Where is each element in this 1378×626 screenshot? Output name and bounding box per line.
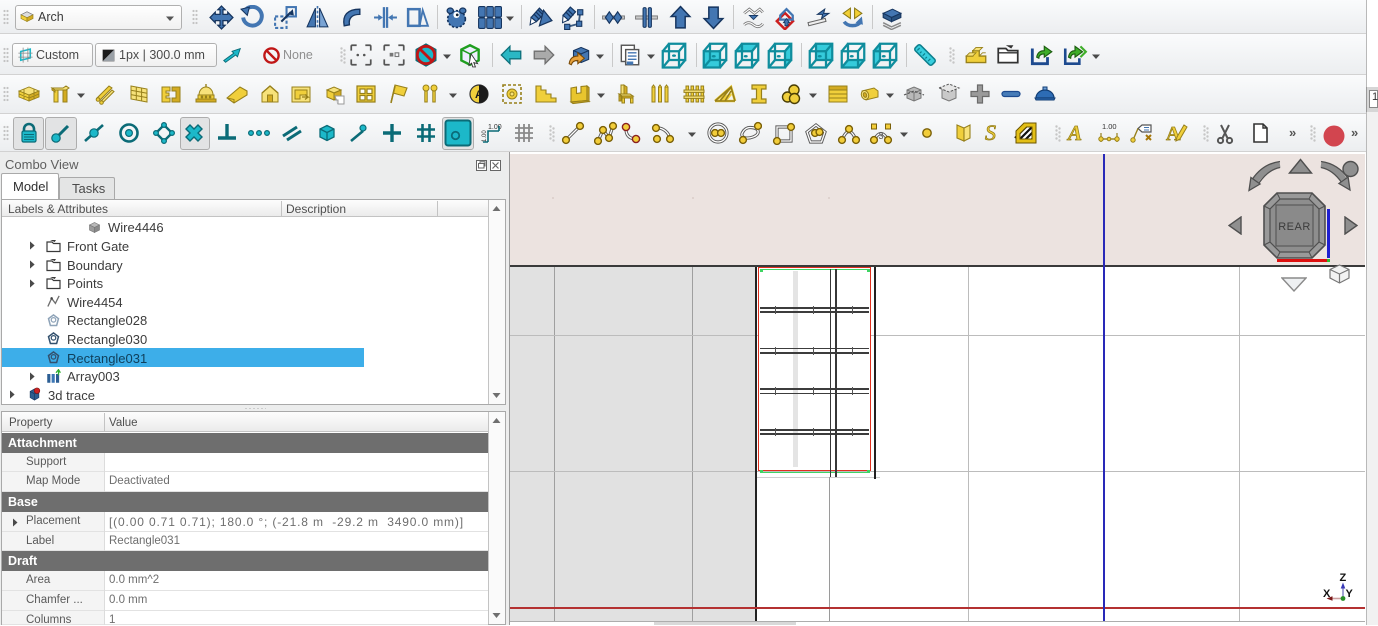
svg-text:1.00: 1.00 — [1102, 122, 1117, 131]
svg-text:A: A — [1066, 121, 1082, 145]
svg-text:X: X — [1323, 588, 1331, 600]
svg-text:S: S — [985, 121, 996, 145]
svg-text:Z: Z — [1340, 572, 1347, 584]
svg-text:Y: Y — [1346, 588, 1354, 600]
svg-text:REAR: REAR — [1278, 221, 1311, 233]
svg-text:3: 3 — [879, 131, 884, 141]
svg-text:A: A — [475, 89, 483, 101]
svg-text:1.00: 1.00 — [482, 130, 488, 142]
